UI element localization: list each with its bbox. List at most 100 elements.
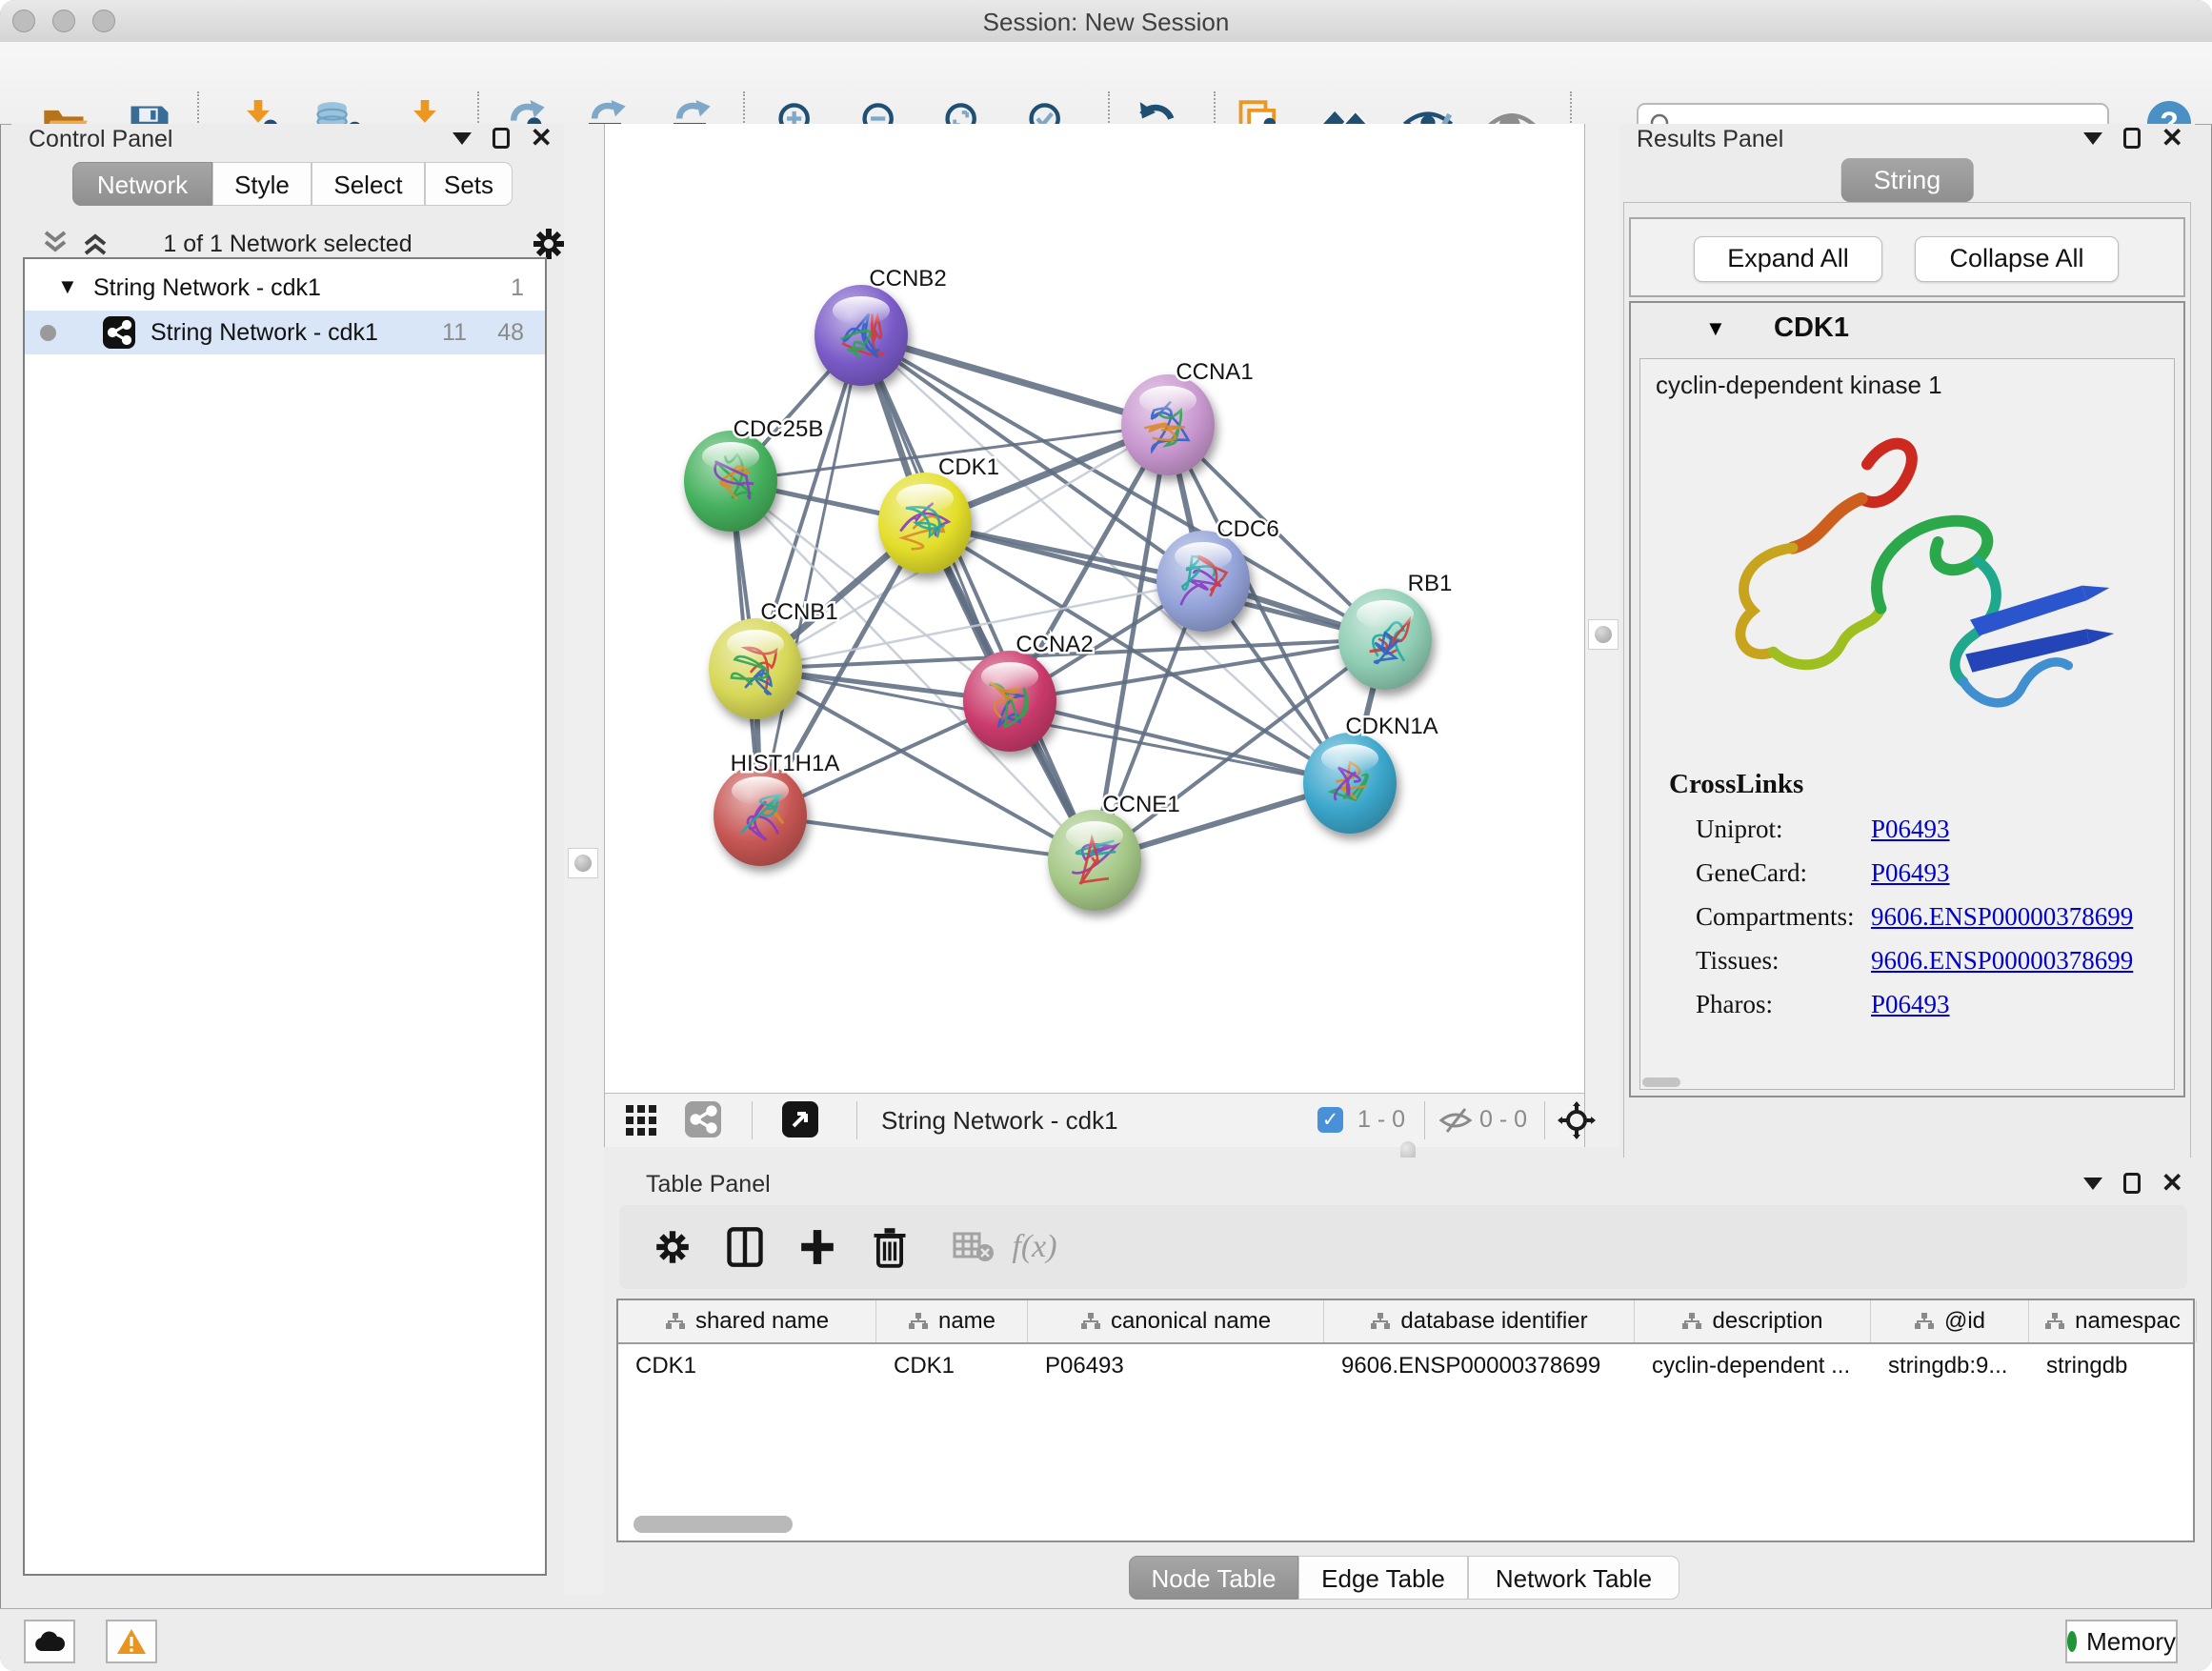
collapse-all-button[interactable]: Collapse All — [1915, 236, 2119, 282]
node-label-CCNB1: CCNB1 — [760, 599, 837, 625]
crosslink-label: GeneCard: — [1696, 858, 1807, 888]
show-columns-icon[interactable] — [726, 1226, 764, 1268]
table-cell[interactable]: P06493 — [1028, 1344, 1324, 1388]
network-share-icon[interactable] — [685, 1101, 721, 1137]
network-node-CCNA2[interactable] — [963, 651, 1056, 752]
results-panel-title: Results Panel — [1637, 126, 1783, 153]
column-header[interactable]: @id — [1871, 1300, 2029, 1342]
network-node-RB1[interactable] — [1338, 589, 1432, 690]
crosslink-pharos-link[interactable]: P06493 — [1871, 990, 1950, 1019]
right-splitter-handle[interactable] — [1588, 619, 1619, 650]
table-cell[interactable]: CDK1 — [618, 1344, 876, 1388]
network-node-CDC6[interactable] — [1156, 531, 1250, 632]
network-edge[interactable] — [760, 815, 1095, 860]
title-bar: Session: New Session — [0, 0, 2212, 43]
protein-section: ▼ CDK1 cyclin-dependent kinase 1 — [1629, 301, 2185, 1097]
node-label-CCNA1: CCNA1 — [1176, 359, 1253, 385]
expand-all-button[interactable]: Expand All — [1694, 236, 1882, 282]
table-panel-float-icon[interactable] — [2123, 1173, 2141, 1194]
warnings-button[interactable] — [106, 1620, 157, 1663]
column-header[interactable]: name — [876, 1300, 1028, 1342]
network-node-HIST1H1A[interactable] — [714, 765, 807, 866]
tab-network-table[interactable]: Network Table — [1468, 1556, 1679, 1600]
table-cell[interactable]: 9606.ENSP00000378699 — [1324, 1344, 1635, 1388]
table-cell[interactable]: stringdb — [2029, 1344, 2197, 1388]
crosslink-compartments-link[interactable]: 9606.ENSP00000378699 — [1871, 902, 2133, 932]
node-label-RB1: RB1 — [1408, 571, 1453, 596]
selected-checkbox-icon[interactable]: ✓ — [1317, 1107, 1343, 1133]
column-type-icon — [1681, 1312, 1702, 1331]
collection-label: String Network - cdk1 — [93, 274, 321, 302]
network-node-CCNB1[interactable] — [709, 618, 802, 719]
table-cell[interactable]: CDK1 — [876, 1344, 1028, 1388]
node-label-HIST1H1A: HIST1H1A — [731, 751, 840, 776]
column-header[interactable]: description — [1635, 1300, 1871, 1342]
table-panel-close-icon[interactable]: ✕ — [2162, 1173, 2183, 1194]
table-cell[interactable]: stringdb:9... — [1871, 1344, 2029, 1388]
protein-description: cyclin-dependent kinase 1 — [1656, 371, 1942, 400]
crosslinks-heading: CrossLinks — [1669, 769, 1803, 800]
results-panel-close-icon[interactable]: ✕ — [2162, 128, 2183, 149]
column-header[interactable]: database identifier — [1324, 1300, 1635, 1342]
create-column-plus-icon[interactable] — [799, 1228, 835, 1266]
network-node-CCNB2[interactable] — [814, 285, 908, 386]
protein-panel-scrollbar[interactable] — [1642, 1077, 1680, 1087]
function-builder-icon: f(x) — [1012, 1229, 1056, 1265]
network-canvas[interactable]: CCNB2CCNA1CDC25BCDK1CDC6RB1CCNB1CCNA2CDK… — [604, 124, 1585, 1147]
crosslink-label: Pharos: — [1696, 990, 1773, 1019]
network-graph[interactable]: CCNB2CCNA1CDC25BCDK1CDC6RB1CCNB1CCNA2CDK… — [605, 124, 1584, 1094]
left-splitter-handle[interactable] — [568, 848, 598, 878]
column-header[interactable]: namespac — [2029, 1300, 2197, 1342]
delete-table-icon — [953, 1230, 995, 1264]
network-node-CDKN1A[interactable] — [1303, 733, 1397, 834]
tab-select[interactable]: Select — [312, 162, 425, 206]
left-splitter[interactable] — [564, 124, 604, 1595]
collection-disclosure-icon[interactable]: ▼ — [57, 274, 78, 299]
network-node-CDC25B[interactable] — [684, 431, 777, 532]
hidden-eye-icon — [1439, 1105, 1472, 1136]
network-row-selected[interactable]: String Network - cdk1 11 48 — [25, 311, 545, 354]
network-edge[interactable] — [861, 335, 1095, 860]
protein-disclosure-icon[interactable]: ▼ — [1705, 316, 1726, 341]
network-collection-row[interactable]: ▼ String Network - cdk1 1 — [25, 267, 545, 311]
network-edge[interactable] — [861, 335, 1168, 425]
table-cell[interactable]: cyclin-dependent ... — [1635, 1344, 1871, 1388]
crosslink-tissues-link[interactable]: 9606.ENSP00000378699 — [1871, 946, 2133, 976]
string-buttons-box: Expand All Collapse All — [1629, 217, 2185, 297]
tab-string[interactable]: String — [1841, 158, 1974, 202]
tab-edge-table[interactable]: Edge Table — [1298, 1556, 1468, 1600]
control-panel-collapse-icon[interactable] — [452, 132, 472, 145]
network-type-icon — [103, 316, 135, 349]
control-panel-close-icon[interactable]: ✕ — [531, 128, 553, 149]
control-panel-float-icon[interactable] — [493, 128, 510, 149]
tab-sets[interactable]: Sets — [425, 162, 513, 206]
network-node-CDK1[interactable] — [878, 473, 972, 574]
network-node-CCNE1[interactable] — [1048, 810, 1141, 911]
fit-content-crosshair-icon[interactable] — [1558, 1101, 1596, 1139]
results-panel-float-icon[interactable] — [2123, 128, 2141, 149]
memory-button[interactable]: Memory — [2065, 1620, 2178, 1663]
table-gear-icon[interactable] — [653, 1227, 693, 1267]
tab-network[interactable]: Network — [72, 162, 212, 206]
grid-view-icon[interactable] — [624, 1103, 658, 1137]
tab-node-table[interactable]: Node Table — [1129, 1556, 1298, 1600]
table-row[interactable]: CDK1CDK1P064939606.ENSP00000378699cyclin… — [618, 1344, 2193, 1388]
table-horizontal-scrollbar[interactable] — [633, 1516, 793, 1533]
results-panel-collapse-icon[interactable] — [2083, 132, 2102, 145]
control-panel: Control Panel ✕ Network Style Select Set… — [11, 124, 564, 1595]
crosslink-uniprot-link[interactable]: P06493 — [1871, 815, 1950, 844]
network-edge[interactable] — [760, 335, 861, 815]
delete-column-trash-icon[interactable] — [872, 1226, 908, 1268]
network-node-CCNA1[interactable] — [1121, 374, 1215, 475]
crosslink-genecard-link[interactable]: P06493 — [1871, 858, 1950, 888]
canvas-toolbar-separator — [1424, 1101, 1425, 1139]
table-panel-collapse-icon[interactable] — [2083, 1178, 2102, 1190]
open-in-window-icon[interactable] — [782, 1101, 818, 1137]
table-panel: Table Panel ✕ — [604, 1158, 2195, 1595]
node-label-CCNA2: CCNA2 — [1016, 632, 1093, 657]
tab-style[interactable]: Style — [212, 162, 312, 206]
cloud-button[interactable] — [24, 1620, 75, 1663]
column-header[interactable]: shared name — [618, 1300, 876, 1342]
column-header[interactable]: canonical name — [1028, 1300, 1324, 1342]
hidden-count: 0 - 0 — [1479, 1106, 1527, 1134]
